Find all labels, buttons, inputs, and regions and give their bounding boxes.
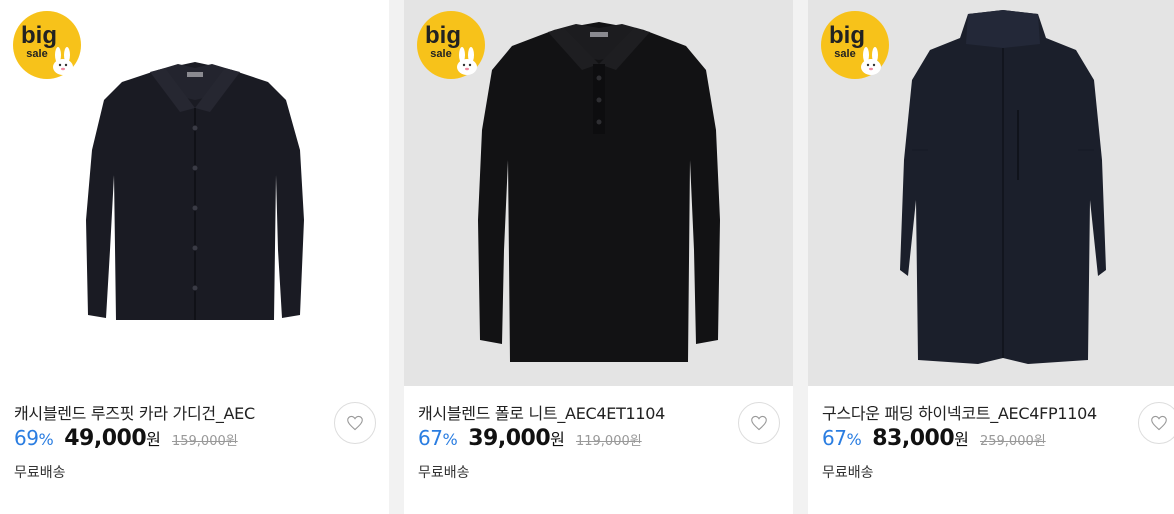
discount-rate: 67% [822,426,862,450]
badge-label: big [425,22,461,49]
heart-icon [347,415,363,431]
product-image[interactable]: big sale [404,0,793,386]
sale-price: 83,000 [872,426,955,451]
product-card[interactable]: big sale 캐시블렌드 루즈핏 카라 가디건_AEC 69% 49,000… [0,0,389,514]
badge-label: big [829,22,865,49]
sale-price: 39,000 [468,426,551,451]
product-title[interactable]: 캐시블렌드 폴로 니트_AEC4ET1104 [418,400,665,424]
badge-sublabel: sale [430,48,451,60]
heart-icon [751,415,767,431]
product-card[interactable]: big sale 캐시블렌드 폴로 니트_AEC4ET1104 67% 39,0… [404,0,793,514]
sale-price: 49,000 [64,426,147,451]
heart-icon [1151,415,1167,431]
discount-rate: 69% [14,426,54,450]
product-title[interactable]: 구스다운 패딩 하이넥코트_AEC4FP1104 [822,400,1097,424]
price-row: 69% 49,000원 159,000원 [14,426,238,451]
free-shipping: 무료배송 [418,465,470,481]
product-image[interactable]: big sale [808,0,1174,386]
free-shipping: 무료배송 [14,465,66,481]
big-sale-badge: big sale [821,11,889,79]
price-unit: 원 [954,430,969,449]
price-row: 67% 83,000원 259,000원 [822,426,1046,451]
price-row: 67% 39,000원 119,000원 [418,426,642,451]
original-price: 159,000원 [171,434,238,449]
product-title[interactable]: 캐시블렌드 루즈핏 카라 가디건_AEC [14,400,255,424]
original-price: 119,000원 [575,434,642,449]
price-unit: 원 [146,430,161,449]
discount-rate: 67% [418,426,458,450]
product-card[interactable]: big sale 구스다운 패딩 하이넥코트_AEC4FP1104 67% 83… [808,0,1174,514]
big-sale-badge: big sale [13,11,81,79]
badge-label: big [21,22,57,49]
big-sale-badge: big sale [417,11,485,79]
badge-sublabel: sale [834,48,855,60]
wishlist-button[interactable] [738,402,780,444]
badge-sublabel: sale [26,48,47,60]
original-price: 259,000원 [979,434,1046,449]
free-shipping: 무료배송 [822,465,874,481]
product-image[interactable]: big sale [0,0,389,386]
price-unit: 원 [550,430,565,449]
wishlist-button[interactable] [334,402,376,444]
wishlist-button[interactable] [1138,402,1174,444]
